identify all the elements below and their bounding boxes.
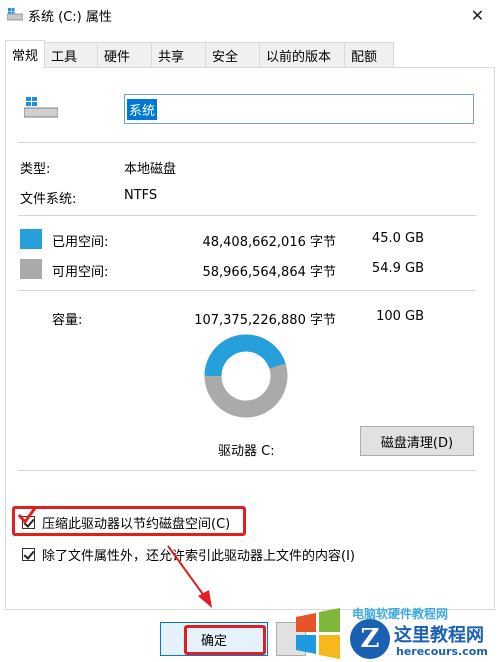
capacity-label: 容量: (52, 313, 83, 328)
window-title: 系统 (C:) 属性 (28, 10, 112, 25)
capacity-bytes: 107,375,226,880 字节 (194, 313, 336, 328)
free-bytes: 58,966,564,864 字节 (202, 265, 336, 280)
capacity-size: 100 GB (376, 309, 424, 324)
filesystem-value: NTFS (124, 188, 158, 203)
used-bytes: 48,408,662,016 字节 (202, 235, 336, 250)
divider (18, 215, 476, 216)
annotation-check-mark (17, 507, 37, 525)
close-button[interactable]: ✕ (455, 0, 500, 30)
free-color-swatch (20, 259, 42, 279)
divider (18, 470, 476, 471)
used-color-swatch (20, 229, 42, 249)
used-label: 已用空间: (52, 235, 109, 250)
watermark-site-name: 这里教程网 (394, 625, 484, 646)
disk-usage-donut (204, 334, 288, 418)
disk-cleanup-button[interactable]: 磁盘清理(D) (360, 426, 474, 456)
free-label: 可用空间: (52, 265, 109, 280)
type-value: 本地磁盘 (124, 162, 177, 177)
filesystem-label: 文件系统: (20, 192, 77, 207)
used-size: 45.0 GB (371, 231, 424, 246)
windows-logo-icon (296, 608, 340, 659)
drive-name-value: 系统 (127, 98, 158, 120)
watermark: 电脑软硬件教程网 Z 这里教程网 herecours.com (292, 605, 500, 662)
title-bar: 系统 (C:) 属性 ✕ (0, 0, 500, 30)
divider (18, 290, 476, 291)
close-icon: ✕ (470, 5, 485, 25)
tab-sharing[interactable]: 共享 (151, 42, 207, 68)
tab-general[interactable]: 常规 (5, 40, 46, 68)
tab-quota[interactable]: 配额 (344, 42, 395, 68)
index-checkbox[interactable] (22, 548, 35, 561)
tab-previous-versions[interactable]: 以前的版本 (259, 42, 346, 68)
drive-label: 驱动器 C: (218, 444, 275, 459)
tab-strip: 常规 工具 硬件 共享 安全 以前的版本 配额 (5, 40, 395, 68)
drive-name-input[interactable]: 系统 (124, 94, 474, 124)
divider (18, 142, 476, 143)
free-size: 54.9 GB (371, 261, 424, 276)
annotation-highlight-box (12, 506, 246, 536)
tab-security[interactable]: 安全 (205, 42, 261, 68)
tab-tools[interactable]: 工具 (44, 42, 99, 68)
annotation-arrow (167, 545, 212, 608)
watermark-z-logo: Z (350, 619, 390, 659)
tab-hardware[interactable]: 硬件 (97, 42, 153, 68)
drive-large-icon (24, 97, 58, 118)
type-label: 类型: (20, 162, 51, 177)
drive-icon (7, 8, 23, 21)
watermark-url: herecours.com (396, 645, 488, 658)
annotation-ok-box (184, 625, 266, 655)
